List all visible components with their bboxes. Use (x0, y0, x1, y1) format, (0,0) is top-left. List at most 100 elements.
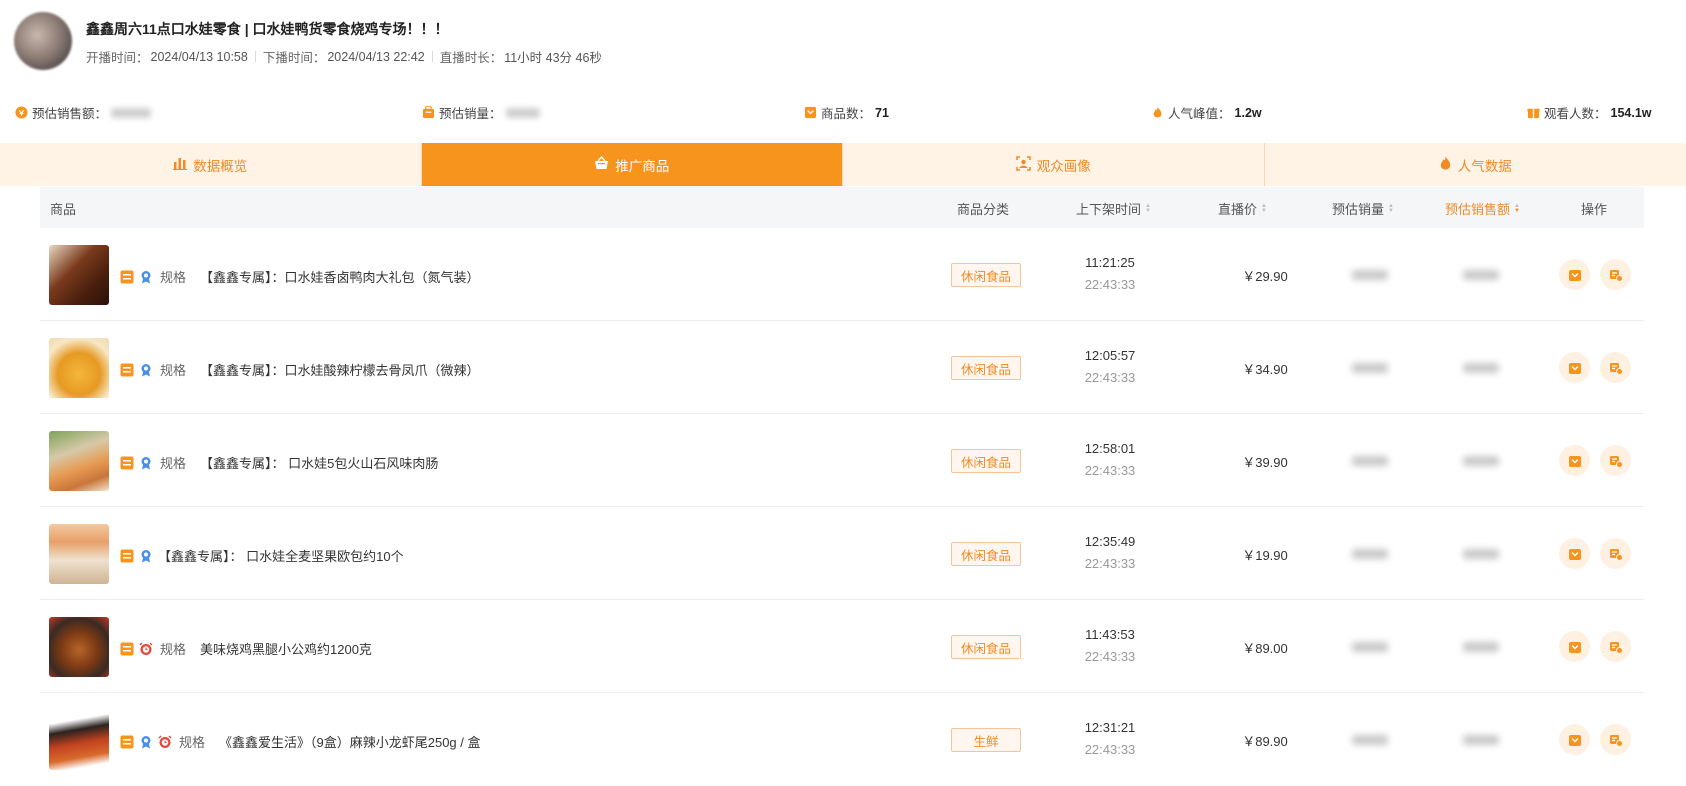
blurred-revenue (1463, 735, 1499, 745)
col-price[interactable]: 直播价 ▲▼ (1218, 199, 1267, 218)
product-thumbnail[interactable] (49, 338, 109, 398)
col-product: 商品 (50, 199, 76, 218)
link-button[interactable] (1600, 631, 1631, 662)
on-shelf-time: 12:31:21 (1050, 720, 1170, 735)
row-actions (1559, 352, 1631, 383)
cart-link-icon (1609, 640, 1623, 654)
product-thumbnail[interactable] (49, 245, 109, 305)
product-thumbnail[interactable] (49, 617, 109, 677)
link-button[interactable] (1600, 724, 1631, 755)
table-row[interactable]: 规格 【鑫鑫专属】：口水娃香卤鸭肉大礼包（氮气装） 休闲食品 11:21:25 … (40, 228, 1644, 321)
table-row[interactable]: 规格 美味烧鸡黑腿小公鸡约1200克 休闲食品 11:43:53 22:43:3… (40, 600, 1644, 693)
link-button[interactable] (1600, 352, 1631, 383)
table-row[interactable]: 规格 【鑫鑫专属】： 口水娃5包火山石风味肉肠 休闲食品 12:58:01 22… (40, 414, 1644, 507)
detail-button[interactable] (1559, 352, 1590, 383)
on-shelf-time: 12:05:57 (1050, 348, 1170, 363)
blurred-sales (1352, 270, 1388, 280)
blurred-sales (1352, 456, 1388, 466)
badge-icon (139, 270, 153, 284)
col-shelf-time[interactable]: 上下架时间 ▲▼ (1076, 199, 1151, 218)
detail-button[interactable] (1559, 724, 1590, 755)
goods-icon (1568, 361, 1582, 375)
badge-icon (139, 735, 153, 749)
product-name[interactable]: 【鑫鑫专属】： 口水娃全麦坚果欧包约10个 (158, 546, 404, 565)
live-price: ￥19.90 (1225, 545, 1305, 564)
duration-label: 直播时长： (440, 47, 503, 66)
detail-button[interactable] (1559, 445, 1590, 476)
detail-button[interactable] (1559, 259, 1590, 290)
link-button[interactable] (1600, 259, 1631, 290)
cart-link-icon (1609, 361, 1623, 375)
tab-popularity-data[interactable]: 人气数据 (1265, 143, 1686, 186)
product-name[interactable]: 《鑫鑫爱生活》（9盒）麻辣小龙虾尾250g / 盒 (219, 732, 481, 751)
product-name[interactable]: 美味烧鸡黑腿小公鸡约1200克 (200, 639, 372, 658)
cart-link-icon (1609, 547, 1623, 561)
off-shelf-time: 22:43:33 (1050, 742, 1170, 757)
category-badge: 休闲食品 (951, 449, 1021, 473)
blurred-revenue (1463, 549, 1499, 559)
cart-link-icon (1609, 733, 1623, 747)
blurred-revenue (1463, 642, 1499, 652)
off-shelf-time: 22:43:33 (1050, 556, 1170, 571)
product-name[interactable]: 【鑫鑫专属】： 口水娃5包火山石风味肉肠 (200, 453, 438, 472)
col-estimated-revenue[interactable]: 预估销售额 ▲▼ (1445, 199, 1520, 218)
avatar[interactable] (14, 12, 72, 70)
fire-icon (1439, 156, 1452, 174)
detail-button[interactable] (1559, 631, 1590, 662)
live-price: ￥89.90 (1225, 731, 1305, 750)
table-row[interactable]: 【鑫鑫专属】： 口水娃全麦坚果欧包约10个 休闲食品 12:35:49 22:4… (40, 507, 1644, 600)
table-row[interactable]: 规格 【鑫鑫专属】：口水娃酸辣柠檬去骨凤爪（微辣） 休闲食品 12:05:57 … (40, 321, 1644, 414)
on-shelf-time: 11:21:25 (1050, 255, 1170, 270)
blurred-revenue (1463, 456, 1499, 466)
row-actions (1559, 631, 1631, 662)
product-name[interactable]: 【鑫鑫专属】：口水娃香卤鸭肉大礼包（氮气装） (200, 267, 480, 286)
product-thumbnail[interactable] (49, 431, 109, 491)
face-scan-icon (1016, 156, 1031, 174)
tab-data-overview[interactable]: 数据概览 (0, 143, 422, 186)
link-button[interactable] (1600, 445, 1631, 476)
product-thumbnail[interactable] (49, 710, 109, 770)
cart-link-icon (1609, 454, 1623, 468)
blurred-value (506, 108, 540, 118)
badge-icon (139, 363, 153, 377)
spec-label[interactable]: 规格 (160, 453, 186, 472)
duration-value: 11小时 43分 46秒 (504, 47, 602, 66)
category-badge: 休闲食品 (951, 542, 1021, 566)
detail-button[interactable] (1559, 538, 1590, 569)
list-icon (120, 456, 134, 470)
col-estimated-sales[interactable]: 预估销量 ▲▼ (1332, 199, 1394, 218)
spec-label[interactable]: 规格 (160, 639, 186, 658)
on-shelf-time: 12:58:01 (1050, 441, 1170, 456)
off-shelf-time: 22:43:33 (1050, 649, 1170, 664)
product-table: 商品 商品分类 上下架时间 ▲▼ 直播价 ▲▼ 预估销量 ▲▼ 预估销售额 ▲▼… (40, 187, 1644, 786)
product-name[interactable]: 【鑫鑫专属】：口水娃酸辣柠檬去骨凤爪（微辣） (200, 360, 480, 379)
spec-label[interactable]: 规格 (160, 267, 186, 286)
spec-label[interactable]: 规格 (160, 360, 186, 379)
sort-icon[interactable]: ▲▼ (1514, 204, 1520, 214)
stat-estimated-revenue: 预估销售额： (15, 103, 151, 122)
blurred-sales (1352, 735, 1388, 745)
table-row[interactable]: 规格 《鑫鑫爱生活》（9盒）麻辣小龙虾尾250g / 盒 生鲜 12:31:21… (40, 693, 1644, 786)
goods-icon (1568, 733, 1582, 747)
divider (255, 51, 256, 62)
blurred-sales (1352, 642, 1388, 652)
basket-icon (594, 156, 609, 173)
sort-icon[interactable]: ▲▼ (1388, 204, 1394, 214)
row-actions (1559, 259, 1631, 290)
stream-title: 鑫鑫周六11点口水娃零食 | 口水娃鸭货零食烧鸡专场！！！ (86, 19, 449, 39)
product-thumbnail[interactable] (49, 524, 109, 584)
badge-icon (139, 549, 153, 563)
spec-label[interactable]: 规格 (179, 732, 205, 751)
live-price: ￥39.90 (1225, 452, 1305, 471)
table-header: 商品 商品分类 上下架时间 ▲▼ 直播价 ▲▼ 预估销量 ▲▼ 预估销售额 ▲▼… (40, 187, 1644, 228)
tab-audience-profile[interactable]: 观众画像 (843, 143, 1265, 186)
sort-icon[interactable]: ▲▼ (1261, 204, 1267, 214)
live-price: ￥29.90 (1225, 266, 1305, 285)
stats-bar: 预估销售额： 预估销量： 商品数： 71 人气峰值： 1.2w 观看人数： 15… (0, 95, 1686, 127)
sort-icon[interactable]: ▲▼ (1145, 204, 1151, 214)
product-name-cell: 规格 【鑫鑫专属】： 口水娃5包火山石风味肉肠 (120, 453, 438, 472)
stat-viewers: 观看人数： 154.1w (1527, 103, 1652, 122)
list-icon (120, 642, 134, 656)
tab-promoted-products[interactable]: 推广商品 (422, 143, 844, 186)
link-button[interactable] (1600, 538, 1631, 569)
